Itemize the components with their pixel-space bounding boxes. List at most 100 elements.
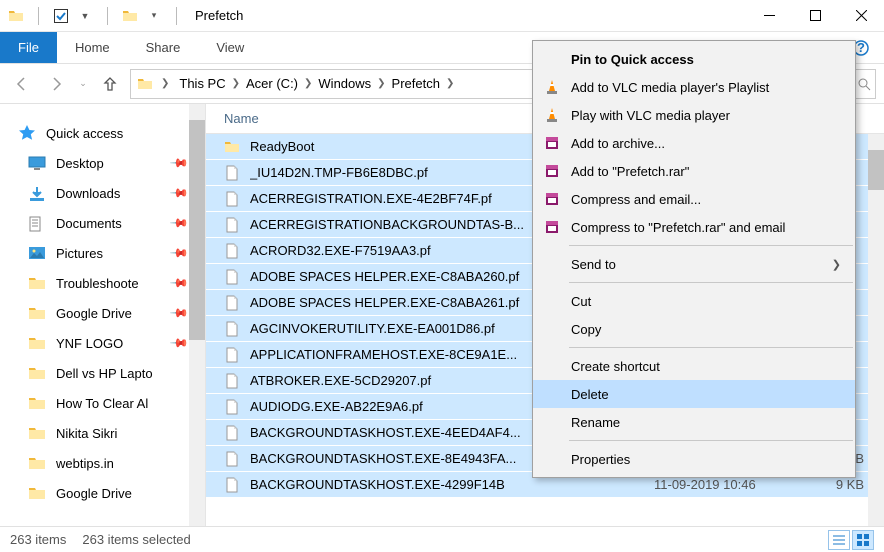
context-menu-item[interactable]: Pin to Quick access bbox=[533, 45, 855, 73]
menu-separator bbox=[569, 245, 853, 246]
sidebar-item[interactable]: How To Clear Al bbox=[0, 388, 205, 418]
breadcrumb-item[interactable]: Prefetch bbox=[390, 76, 442, 91]
view-icons-button[interactable] bbox=[852, 530, 874, 550]
file-date: 11-09-2019 10:46 bbox=[654, 477, 804, 492]
sidebar-item[interactable]: Documents📌 bbox=[0, 208, 205, 238]
sidebar-item-label: Desktop bbox=[56, 156, 104, 171]
chevron-right-icon[interactable]: ❯ bbox=[300, 78, 316, 89]
folder-icon bbox=[8, 8, 24, 24]
sidebar-item-label: Google Drive bbox=[56, 306, 132, 321]
file-icon bbox=[224, 477, 240, 493]
file-icon bbox=[224, 165, 240, 181]
up-button[interactable] bbox=[96, 70, 124, 98]
tab-home[interactable]: Home bbox=[57, 32, 128, 63]
context-menu-label: Add to VLC media player's Playlist bbox=[571, 80, 769, 95]
checkbox-icon[interactable] bbox=[53, 8, 69, 24]
maximize-button[interactable] bbox=[792, 0, 838, 32]
breadcrumb-item[interactable]: Windows bbox=[316, 76, 373, 91]
sidebar-item[interactable]: Dell vs HP Lapto bbox=[0, 358, 205, 388]
pictures-icon bbox=[28, 246, 46, 260]
pin-icon: 📌 bbox=[169, 273, 189, 293]
context-menu-item[interactable]: Create shortcut bbox=[533, 352, 855, 380]
chevron-right-icon[interactable]: ❯ bbox=[157, 78, 173, 89]
close-button[interactable] bbox=[838, 0, 884, 32]
file-icon bbox=[224, 373, 240, 389]
context-menu-item[interactable]: Cut bbox=[533, 287, 855, 315]
sidebar-item-label: Dell vs HP Lapto bbox=[56, 366, 153, 381]
sidebar-item[interactable]: Troubleshoote 📌 bbox=[0, 268, 205, 298]
context-menu: Pin to Quick access Add to VLC media play… bbox=[532, 40, 856, 478]
context-menu-item[interactable]: Properties bbox=[533, 445, 855, 473]
file-icon bbox=[224, 347, 240, 363]
tab-share[interactable]: Share bbox=[128, 32, 199, 63]
context-menu-item[interactable]: Add to archive... bbox=[533, 129, 855, 157]
title-dropdown-icon[interactable]: ▾ bbox=[146, 8, 162, 24]
sidebar-item[interactable]: Google Drive bbox=[0, 478, 205, 508]
pin-icon: 📌 bbox=[169, 153, 189, 173]
file-icon bbox=[224, 191, 240, 207]
context-menu-item[interactable]: Delete bbox=[533, 380, 855, 408]
folder-icon bbox=[28, 426, 46, 440]
context-menu-label: Play with VLC media player bbox=[571, 108, 730, 123]
list-scrollbar[interactable] bbox=[868, 134, 884, 526]
minimize-button[interactable] bbox=[746, 0, 792, 32]
file-tab[interactable]: File bbox=[0, 32, 57, 63]
titlebar: ▼ ▾ Prefetch bbox=[0, 0, 884, 32]
context-menu-label: Add to "Prefetch.rar" bbox=[571, 164, 689, 179]
view-details-button[interactable] bbox=[828, 530, 850, 550]
desktop-icon bbox=[28, 156, 46, 170]
sidebar: Quick access Desktop📌Downloads📌Documents… bbox=[0, 104, 206, 526]
folder-icon bbox=[28, 336, 46, 350]
context-menu-label: Cut bbox=[571, 294, 591, 309]
context-menu-label: Compress to "Prefetch.rar" and email bbox=[571, 220, 785, 235]
file-icon bbox=[224, 399, 240, 415]
chevron-right-icon[interactable]: ❯ bbox=[442, 78, 458, 89]
folder-icon bbox=[137, 76, 153, 92]
breadcrumb-item[interactable]: This PC bbox=[177, 76, 227, 91]
sidebar-item[interactable]: Downloads📌 bbox=[0, 178, 205, 208]
file-icon bbox=[224, 321, 240, 337]
folder-icon bbox=[28, 276, 46, 290]
documents-icon bbox=[28, 216, 46, 230]
tab-view[interactable]: View bbox=[198, 32, 262, 63]
vlc-icon bbox=[543, 106, 561, 124]
chevron-right-icon[interactable]: ❯ bbox=[373, 78, 389, 89]
back-button[interactable] bbox=[8, 70, 36, 98]
context-menu-item[interactable]: Add to VLC media player's Playlist bbox=[533, 73, 855, 101]
context-menu-label: Properties bbox=[571, 452, 630, 467]
context-menu-label: Delete bbox=[571, 387, 609, 402]
sidebar-item[interactable]: Desktop 📌 bbox=[0, 148, 205, 178]
rar-icon bbox=[543, 134, 561, 152]
menu-separator bbox=[569, 282, 853, 283]
context-menu-item[interactable]: Add to "Prefetch.rar" bbox=[533, 157, 855, 185]
context-menu-item[interactable]: Send to❯ bbox=[533, 250, 855, 278]
forward-button[interactable] bbox=[42, 70, 70, 98]
sidebar-quick-access[interactable]: Quick access bbox=[0, 118, 205, 148]
downloads-icon bbox=[28, 186, 46, 200]
sidebar-quick-access-label: Quick access bbox=[46, 126, 123, 141]
folder-icon bbox=[28, 366, 46, 380]
context-menu-item[interactable]: Rename bbox=[533, 408, 855, 436]
breadcrumb-item[interactable]: Acer (C:) bbox=[244, 76, 300, 91]
context-menu-item[interactable]: Compress and email... bbox=[533, 185, 855, 213]
pin-icon: 📌 bbox=[169, 243, 189, 263]
file-icon bbox=[224, 425, 240, 441]
sidebar-item[interactable]: YNF LOGO📌 bbox=[0, 328, 205, 358]
sidebar-item[interactable]: Google Drive📌 bbox=[0, 298, 205, 328]
context-menu-item[interactable]: Compress to "Prefetch.rar" and email bbox=[533, 213, 855, 241]
sidebar-item[interactable]: Nikita Sikri bbox=[0, 418, 205, 448]
qat-dropdown-icon[interactable]: ▼ bbox=[77, 8, 93, 24]
chevron-right-icon[interactable]: ❯ bbox=[228, 78, 244, 89]
context-menu-item[interactable]: Copy bbox=[533, 315, 855, 343]
sidebar-item-label: Downloads bbox=[56, 186, 120, 201]
sidebar-item[interactable]: Pictures📌 bbox=[0, 238, 205, 268]
sidebar-item[interactable]: webtips.in bbox=[0, 448, 205, 478]
context-menu-label: Pin to Quick access bbox=[571, 52, 694, 67]
chevron-right-icon: ❯ bbox=[832, 258, 841, 271]
recent-dropdown-icon[interactable]: ⌄ bbox=[76, 70, 90, 98]
context-menu-item[interactable]: Play with VLC media player bbox=[533, 101, 855, 129]
context-menu-label: Compress and email... bbox=[571, 192, 701, 207]
sidebar-scrollbar[interactable] bbox=[189, 104, 205, 526]
sidebar-item-label: Troubleshoote bbox=[56, 276, 139, 291]
sidebar-item-label: How To Clear Al bbox=[56, 396, 148, 411]
